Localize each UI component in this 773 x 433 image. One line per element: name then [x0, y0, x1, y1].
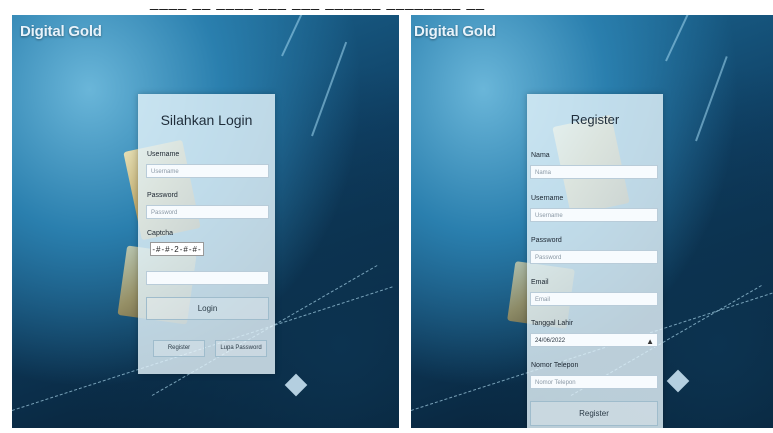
name-label: Nama: [531, 152, 550, 159]
login-card: Silahkan Login Username Username Passwor…: [138, 94, 275, 374]
diamond-marker-icon: [284, 373, 308, 397]
phone-label: Nomor Telepon: [531, 362, 579, 369]
email-label: Email: [531, 279, 549, 286]
light-streak: [311, 41, 348, 137]
password-label: Password: [531, 237, 562, 244]
register-title: Register: [570, 112, 620, 127]
calendar-icon[interactable]: ▲: [646, 335, 654, 349]
brand-logo: Digital Gold: [414, 23, 496, 40]
phone-input[interactable]: Nomor Telepon: [530, 375, 658, 389]
brand-logo: Digital Gold: [20, 23, 102, 40]
username-label: Username: [147, 151, 180, 158]
name-input[interactable]: Nama: [530, 165, 658, 179]
captcha-image: -#-#-2-#-#-: [150, 242, 204, 256]
captcha-input[interactable]: [146, 271, 269, 285]
password-input[interactable]: Password: [530, 250, 658, 264]
username-label: Username: [531, 195, 564, 202]
login-title: Silahkan Login: [160, 112, 253, 128]
login-screen: Digital Gold Silahkan Login Username Use…: [12, 15, 399, 428]
captcha-label: Captcha: [147, 230, 174, 237]
password-label: Password: [147, 192, 178, 199]
register-card: Register Nama Nama Username Username Pas…: [527, 94, 663, 428]
birthdate-label: Tanggal Lahir: [531, 320, 574, 327]
light-streak: [665, 15, 714, 62]
username-input[interactable]: Username: [530, 208, 658, 222]
password-input[interactable]: Password: [146, 205, 269, 219]
register-button[interactable]: Register: [530, 401, 658, 426]
login-button[interactable]: Login: [146, 297, 269, 320]
light-streak: [695, 56, 728, 142]
register-button[interactable]: Register: [153, 340, 205, 357]
light-streak: [281, 15, 334, 57]
diamond-marker-icon: [666, 369, 690, 393]
birthdate-value: 24/06/2022: [535, 338, 566, 344]
register-screen: Digital Gold Register Nama Nama Username…: [411, 15, 773, 428]
forgot-password-button[interactable]: Lupa Password: [215, 340, 267, 357]
username-input[interactable]: Username: [146, 164, 269, 178]
email-input[interactable]: Email: [530, 292, 658, 306]
top-cut-off-text: ____ __ ____ ___ ___ ______ ________ __: [150, 0, 486, 11]
birthdate-input[interactable]: 24/06/2022 ▲: [530, 333, 658, 347]
